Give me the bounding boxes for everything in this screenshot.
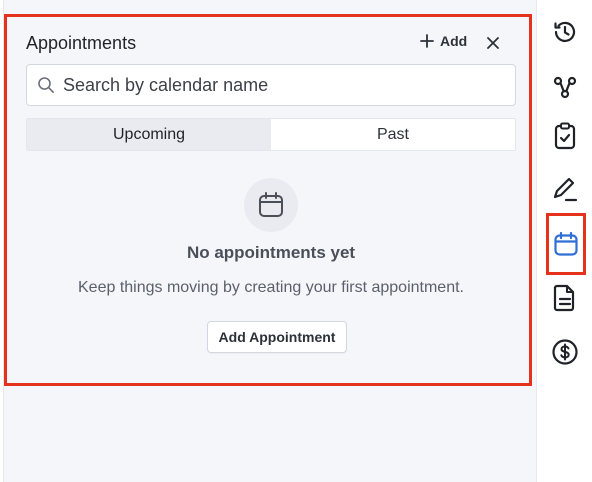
tasks-clipboard-icon (554, 122, 576, 150)
close-button[interactable] (483, 33, 503, 53)
add-label: Add (440, 33, 468, 49)
empty-state-description: Keep things moving by creating your firs… (78, 279, 464, 296)
rail-item-workflow[interactable] (551, 73, 579, 101)
rail-item-history[interactable] (551, 18, 579, 46)
empty-state-icon-circle (244, 178, 298, 232)
search-input[interactable] (63, 65, 511, 105)
panel-title: Appointments (26, 33, 137, 53)
workflow-icon (553, 76, 577, 99)
pen-icon (553, 177, 578, 202)
payments-dollar-icon (552, 339, 578, 365)
empty-state-title: No appointments yet (186, 243, 356, 262)
search-box (26, 64, 516, 106)
tab-past[interactable]: Past (271, 119, 515, 150)
add-appointment-button[interactable]: Add Appointment (207, 321, 347, 353)
tab-upcoming[interactable]: Upcoming (27, 119, 271, 150)
close-icon (487, 37, 499, 49)
search-icon (38, 77, 54, 93)
calendar-icon (259, 192, 283, 217)
document-icon (553, 284, 575, 312)
right-tool-rail (536, 0, 592, 482)
calendar-icon (554, 231, 578, 256)
appointments-panel: Appointments Add Upcoming Past (4, 14, 532, 386)
add-appointment-link[interactable]: Add (420, 33, 467, 49)
plus-icon (420, 34, 434, 48)
rail-item-appointments[interactable] (546, 213, 586, 275)
main-area: Appointments Add Upcoming Past (0, 0, 536, 482)
rail-item-payments[interactable] (551, 338, 579, 366)
history-icon (554, 21, 576, 42)
appointment-tabs: Upcoming Past (26, 118, 516, 151)
rail-item-tasks[interactable] (551, 122, 579, 150)
rail-item-notes[interactable] (551, 175, 579, 203)
rail-item-documents[interactable] (551, 284, 579, 312)
